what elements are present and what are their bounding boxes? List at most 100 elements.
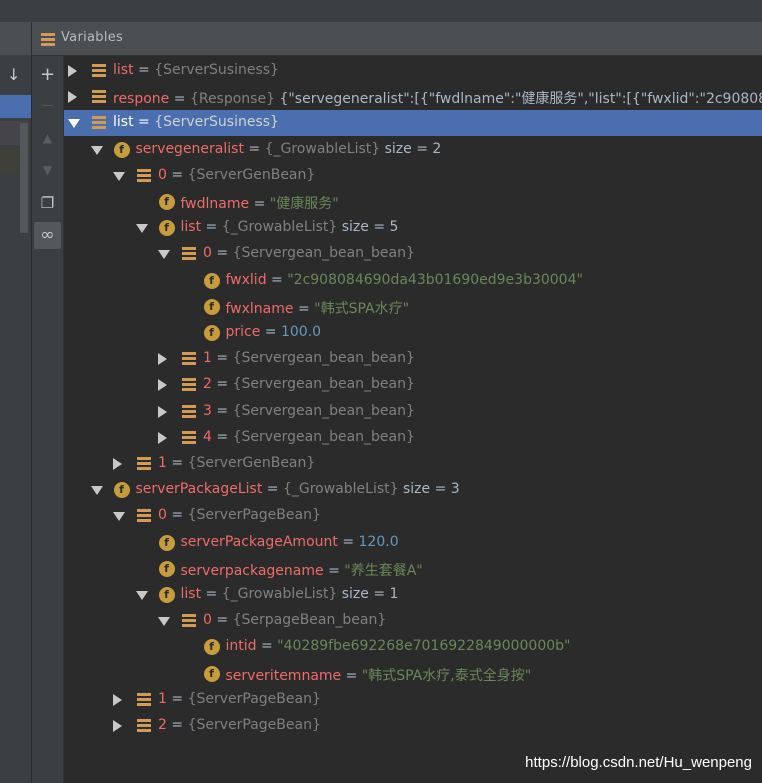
tree-row[interactable]: f serverPackageAmount = 120.0 xyxy=(64,530,762,556)
expand-arrow-icon[interactable] xyxy=(158,617,170,627)
variable-type: {Servergean_bean_bean} xyxy=(232,402,415,419)
tree-row[interactable]: 1 = {ServerGenBean} xyxy=(64,451,762,477)
tree-row[interactable]: f fwxlid = "2c908084690da43b01690ed9e3b30… xyxy=(64,268,762,294)
equals-sign: = xyxy=(166,455,188,471)
expand-arrow-icon[interactable] xyxy=(90,486,103,496)
object-icon xyxy=(181,377,197,393)
variable-type: {Servergean_bean_bean} xyxy=(232,376,415,393)
variables-icon xyxy=(41,33,55,46)
collapse-arrow-icon[interactable] xyxy=(113,458,122,470)
variable-type: {SerpageBean_bean} xyxy=(232,612,387,629)
variable-type: {Servergean_bean_bean} xyxy=(232,350,415,367)
equals-sign: = xyxy=(337,533,359,550)
collapse-arrow-icon[interactable] xyxy=(158,353,167,366)
object-icon xyxy=(181,430,197,446)
collapse-arrow-icon[interactable] xyxy=(68,65,77,77)
tree-row[interactable]: f fwxlname = "韩式SPA水疗" xyxy=(64,294,762,320)
variable-name: serverPackageAmount xyxy=(180,533,338,550)
tree-row[interactable]: 0 = {ServerGenBean} xyxy=(64,163,762,189)
tree-row[interactable]: respone = {Response} {"servegeneralist":… xyxy=(64,84,762,110)
variable-text: fwxlname = "韩式SPA水疗" xyxy=(226,298,410,318)
tree-row[interactable]: f serverpackagename = "养生套餐A" xyxy=(64,556,762,582)
field-icon: f xyxy=(203,325,220,341)
expand-arrow-icon[interactable] xyxy=(113,512,125,522)
equals-sign: = xyxy=(323,562,345,579)
variable-name: 0 xyxy=(203,612,212,629)
variable-type: {Response} xyxy=(189,91,275,108)
scrollbar[interactable] xyxy=(20,123,28,233)
equals-sign: = xyxy=(211,245,233,262)
expand-arrow-icon[interactable] xyxy=(90,145,103,155)
tree-row[interactable]: f intid = "40289fbe692268e701692284900000… xyxy=(64,634,762,660)
variable-name: serveritemname xyxy=(225,667,342,684)
variable-value: "韩式SPA水疗,泰式全身按" xyxy=(361,667,532,684)
variable-type: {_GrowableList} xyxy=(264,140,381,157)
variable-text: serverPackageAmount = 120.0 xyxy=(181,534,399,550)
variable-value: "韩式SPA水疗" xyxy=(314,300,410,317)
expand-arrow-icon[interactable] xyxy=(158,250,170,260)
variable-text: 0 = {Servergean_bean_bean} xyxy=(203,245,415,261)
field-icon: f xyxy=(113,141,130,158)
add-icon[interactable]: + xyxy=(32,61,63,89)
variable-name: respone xyxy=(113,91,170,108)
object-icon xyxy=(91,115,107,131)
remove-icon[interactable]: — xyxy=(32,91,63,119)
tree-row[interactable]: 0 = {ServerPageBean} xyxy=(64,503,762,529)
expand-arrow-icon[interactable] xyxy=(113,171,125,181)
tree-row[interactable]: f price = 100.0 xyxy=(64,320,762,346)
collapse-arrow-icon[interactable] xyxy=(158,405,167,418)
tree-row[interactable]: 0 = {SerpageBean_bean} xyxy=(64,608,762,634)
tree-row[interactable]: f fwdlname = "健康服务" xyxy=(64,189,762,215)
tree-row[interactable]: f list = {_GrowableList} size = 1 xyxy=(64,582,762,608)
object-icon xyxy=(181,351,197,367)
variable-name: 4 xyxy=(203,428,212,445)
collapse-arrow-icon[interactable] xyxy=(68,91,77,104)
tree-row[interactable]: 0 = {Servergean_bean_bean} xyxy=(64,241,762,267)
variable-type: {_GrowableList} xyxy=(221,219,338,236)
variable-text: 0 = {SerpageBean_bean} xyxy=(203,612,386,628)
variable-type: {_GrowableList} xyxy=(221,586,338,602)
expand-arrow-icon[interactable] xyxy=(135,224,148,234)
collapse-arrow-icon[interactable] xyxy=(158,379,167,392)
tree-row[interactable]: 3 = {Servergean_bean_bean} xyxy=(64,399,762,425)
collapse-arrow-icon[interactable] xyxy=(113,693,122,706)
tree-row[interactable]: 1 = {ServerPageBean} xyxy=(64,687,762,713)
tree-row[interactable]: list = {ServerSusiness} xyxy=(64,58,762,84)
tree-row[interactable]: f serveritemname = "韩式SPA水疗,泰式全身按" xyxy=(64,661,762,687)
variable-value: 120.0 xyxy=(358,533,399,550)
tree-row[interactable]: 2 = {Servergean_bean_bean} xyxy=(64,372,762,398)
variable-type: {Servergean_bean_bean} xyxy=(232,245,415,262)
variable-text: 3 = {Servergean_bean_bean} xyxy=(203,403,415,419)
object-icon xyxy=(136,508,152,524)
equals-sign: = xyxy=(211,428,233,445)
variable-name: 0 xyxy=(158,507,167,524)
watch-icon[interactable]: ∞ xyxy=(34,222,61,249)
variable-name: intid xyxy=(225,638,257,655)
equals-sign: = xyxy=(166,690,188,707)
tree-row[interactable]: 2 = {ServerPageBean} xyxy=(64,713,762,739)
left-panel-strip: ↓ xyxy=(0,22,32,783)
equals-sign: = xyxy=(249,196,270,212)
expand-arrow-icon[interactable] xyxy=(135,591,148,600)
variable-text: 2 = {Servergean_bean_bean} xyxy=(203,376,415,392)
selected-frame[interactable] xyxy=(0,95,31,118)
collapse-arrow-icon[interactable] xyxy=(158,431,167,444)
left-panel-header xyxy=(0,22,31,55)
variable-name: 0 xyxy=(203,245,212,262)
expand-arrow-icon[interactable] xyxy=(68,119,80,129)
collapse-arrow-icon[interactable] xyxy=(113,720,122,732)
copy-icon[interactable]: ❐ xyxy=(32,189,63,217)
variable-name: 1 xyxy=(203,350,212,367)
equals-sign: = xyxy=(133,114,155,131)
up-icon[interactable]: ▲ xyxy=(32,124,63,152)
tree-row[interactable]: f serverPackageList = {_GrowableList} siz… xyxy=(64,477,762,503)
step-down-icon[interactable]: ↓ xyxy=(7,65,20,84)
variable-text: 1 = {ServerGenBean} xyxy=(158,455,315,471)
tree-row[interactable]: 1 = {Servergean_bean_bean} xyxy=(64,346,762,372)
variable-name: fwdlname xyxy=(180,196,250,212)
tree-row[interactable]: list = {ServerSusiness} xyxy=(64,110,762,137)
down-icon[interactable]: ▼ xyxy=(32,156,63,184)
tree-row[interactable]: f list = {_GrowableList} size = 5 xyxy=(64,215,762,241)
tree-row[interactable]: f servegeneralist = {_GrowableList} size … xyxy=(64,137,762,163)
tree-row[interactable]: 4 = {Servergean_bean_bean} xyxy=(64,425,762,451)
